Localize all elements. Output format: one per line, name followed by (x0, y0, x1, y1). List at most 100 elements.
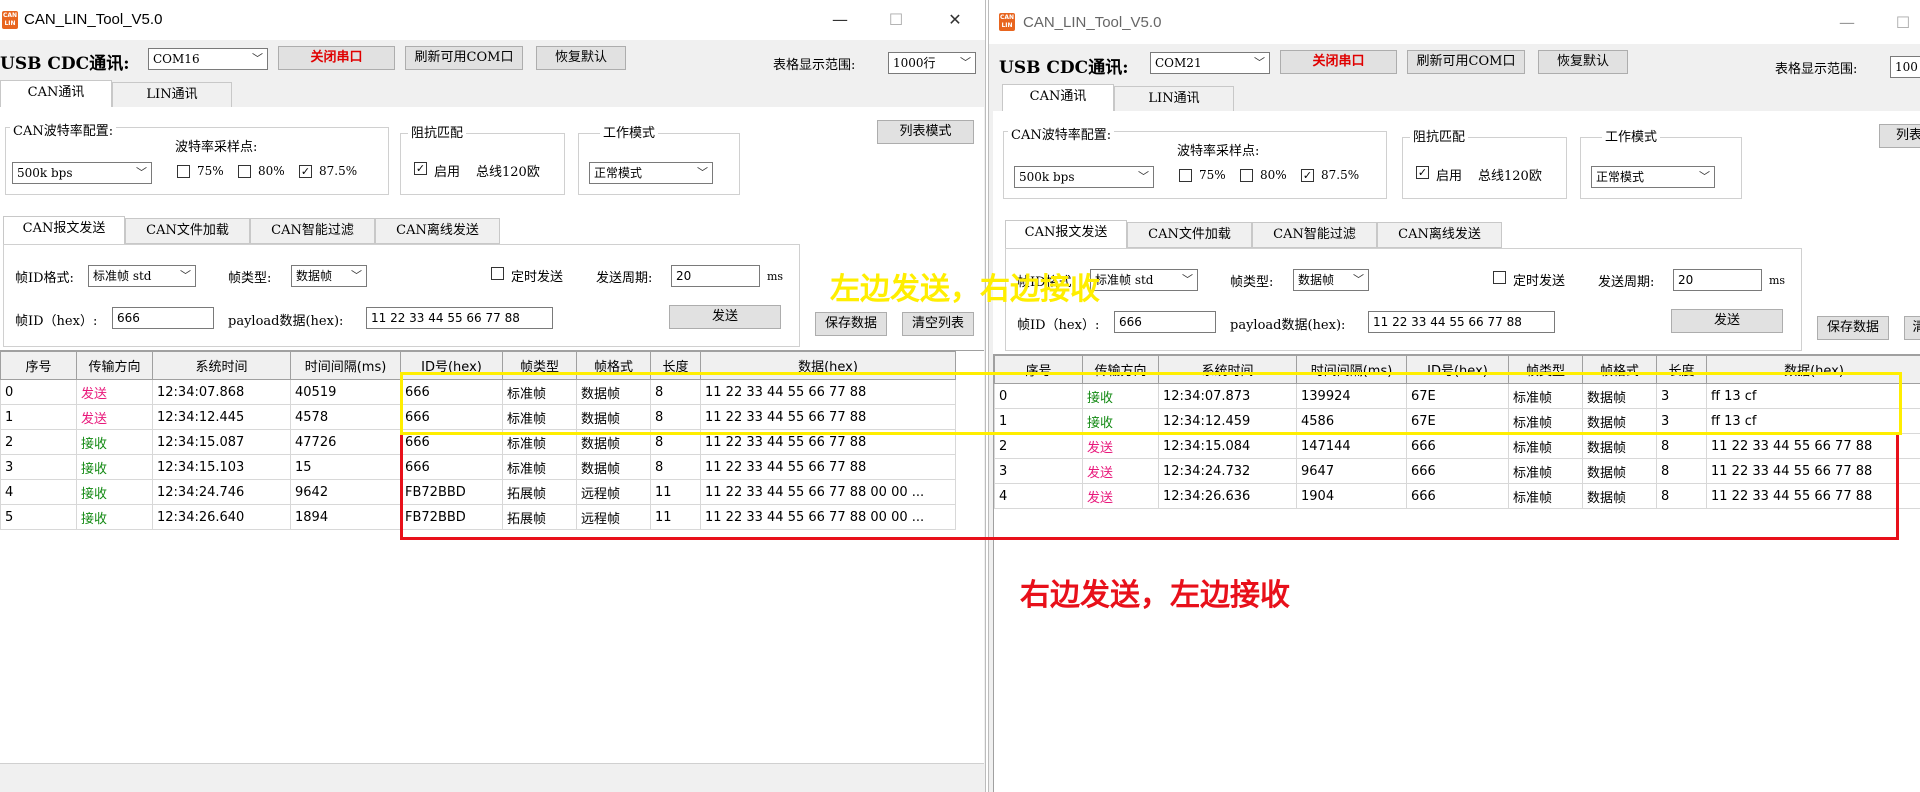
baud-select[interactable]: 500k bps ﹀ (1014, 166, 1154, 188)
column-header[interactable]: 系统时间 (1158, 355, 1297, 384)
port-select[interactable]: COM16 ﹀ (148, 48, 268, 70)
column-header[interactable]: 帧格式 (1582, 355, 1657, 384)
table-cell: 标准帧 (1508, 408, 1583, 434)
column-header[interactable]: 传输方向 (76, 351, 153, 380)
column-header[interactable]: 数据(hex) (700, 351, 956, 380)
refresh-com-button[interactable]: 刷新可用COM口 (405, 46, 523, 70)
save-data-button[interactable]: 保存数据 (815, 312, 887, 336)
table-row[interactable]: 4 接收 12:34:24.746 9642 FB72BBD 拓展帧 远程帧 11 11 22 … (0, 479, 956, 505)
title-bar: CAN LIN CAN_LIN_Tool_V5.0 — ☐ (989, 0, 1920, 40)
subtab-can-file[interactable]: CAN文件加载 (125, 218, 250, 244)
timed-send-checkbox[interactable] (491, 267, 504, 280)
table-cell: 3 (0, 454, 77, 480)
sample-label: 波特率采样点: (1177, 144, 1260, 159)
column-header[interactable]: 帧类型 (502, 351, 577, 380)
close-port-button[interactable]: 关闭串口 (1280, 50, 1397, 74)
mode-select[interactable]: 正常模式 ﹀ (1591, 166, 1715, 188)
subtab-can-send[interactable]: CAN报文发送 (1005, 220, 1127, 248)
sample-875-checkbox[interactable]: ✓ (1301, 169, 1314, 182)
maximize-icon[interactable]: ☐ (1883, 9, 1920, 37)
table-row[interactable]: 0 接收 12:34:07.873 139924 67E 标准帧 数据帧 3 ff 13 cf (994, 383, 1920, 409)
column-header[interactable]: 帧类型 (1508, 355, 1583, 384)
tab-lin[interactable]: LIN通讯 (1114, 86, 1234, 112)
column-header[interactable]: 时间间隔(ms) (290, 351, 401, 380)
table-row[interactable]: 4 发送 12:34:26.636 1904 666 标准帧 数据帧 8 11 22 33 44… (994, 483, 1920, 509)
restore-default-button[interactable]: 恢复默认 (536, 46, 626, 70)
sample-875-checkbox[interactable]: ✓ (299, 165, 312, 178)
close-icon[interactable]: ✕ (935, 6, 975, 34)
clear-list-button[interactable]: 清 (1904, 316, 1920, 340)
column-header[interactable]: 系统时间 (152, 351, 291, 380)
tab-can[interactable]: CAN通讯 (1002, 84, 1114, 112)
table-row[interactable]: 5 接收 12:34:26.640 1894 FB72BBD 拓展帧 远程帧 11 11 22 … (0, 504, 956, 530)
save-data-button[interactable]: 保存数据 (1817, 316, 1889, 340)
impedance-enable-checkbox[interactable]: ✓ (414, 162, 427, 175)
table-cell: 666 (1406, 458, 1509, 484)
minimize-icon[interactable]: — (1827, 9, 1867, 37)
table-cell: 11 22 33 44 55 66 77 88 (1706, 458, 1920, 484)
list-mode-button[interactable]: 列表 (1879, 124, 1920, 148)
sample-80-checkbox[interactable] (1240, 169, 1253, 182)
tab-lin[interactable]: LIN通讯 (112, 82, 232, 108)
restore-default-button[interactable]: 恢复默认 (1538, 50, 1628, 74)
subtab-can-filter[interactable]: CAN智能过滤 (1252, 222, 1377, 248)
table-row[interactable]: 3 接收 12:34:15.103 15 666 标准帧 数据帧 8 11 22 33 44 5… (0, 454, 956, 480)
mode-select[interactable]: 正常模式 ﹀ (589, 162, 713, 184)
column-header[interactable]: 数据(hex) (1706, 355, 1920, 384)
payload-input[interactable]: 11 22 33 44 55 66 77 88 (1368, 311, 1555, 333)
frame-type-select[interactable]: 数据帧 ﹀ (1293, 269, 1369, 291)
column-header[interactable]: ID号(hex) (1406, 355, 1509, 384)
period-input[interactable]: 20 (671, 265, 760, 287)
sample-80-checkbox[interactable] (238, 165, 251, 178)
maximize-icon[interactable]: ☐ (876, 6, 916, 34)
list-mode-button[interactable]: 列表模式 (877, 120, 974, 144)
frame-format-label: 帧ID格式: (15, 271, 74, 286)
frame-format-select[interactable]: 标准帧 std ﹀ (1090, 269, 1198, 291)
column-header[interactable]: ID号(hex) (400, 351, 503, 380)
impedance-enable-checkbox[interactable]: ✓ (1416, 166, 1429, 179)
tab-can[interactable]: CAN通讯 (0, 80, 112, 108)
table-cell: 标准帧 (1508, 458, 1583, 484)
frame-id-input[interactable]: 666 (112, 307, 214, 329)
table-row[interactable]: 3 发送 12:34:24.732 9647 666 标准帧 数据帧 8 11 22 33 44… (994, 458, 1920, 484)
table-row[interactable]: 0 发送 12:34:07.868 40519 666 标准帧 数据帧 8 11 22 33 4… (0, 379, 956, 405)
timed-send-checkbox[interactable] (1493, 271, 1506, 284)
payload-input[interactable]: 11 22 33 44 55 66 77 88 (366, 307, 553, 329)
close-port-button[interactable]: 关闭串口 (278, 46, 395, 70)
baud-select[interactable]: 500k bps ﹀ (12, 162, 152, 184)
send-button[interactable]: 发送 (1671, 309, 1783, 333)
table-cell: 666 (400, 404, 503, 430)
column-header[interactable]: 长度 (1656, 355, 1707, 384)
column-header[interactable]: 序号 (0, 351, 77, 380)
port-select[interactable]: COM21 ﹀ (1150, 52, 1270, 74)
subtab-can-offline[interactable]: CAN离线发送 (375, 218, 500, 244)
subtab-can-send[interactable]: CAN报文发送 (3, 216, 125, 244)
range-select[interactable]: 100 (1890, 56, 1920, 78)
range-select[interactable]: 1000行 ﹀ (888, 52, 976, 74)
period-input[interactable]: 20 (1673, 269, 1762, 291)
sample-75-checkbox[interactable] (1179, 169, 1192, 182)
column-header[interactable]: 序号 (994, 355, 1083, 384)
subtab-can-filter[interactable]: CAN智能过滤 (250, 218, 375, 244)
table-cell: 11 22 33 44 55 66 77 88 00 00 ... (700, 479, 956, 505)
subtab-can-offline[interactable]: CAN离线发送 (1377, 222, 1502, 248)
column-header[interactable]: 长度 (650, 351, 701, 380)
column-header[interactable]: 时间间隔(ms) (1296, 355, 1407, 384)
table-cell: 12:34:07.873 (1158, 383, 1297, 409)
timed-send-label: 定时发送 (1513, 274, 1566, 289)
subtab-can-file[interactable]: CAN文件加载 (1127, 222, 1252, 248)
table-row[interactable]: 2 发送 12:34:15.084 147144 666 标准帧 数据帧 8 11 22 33 … (994, 433, 1920, 459)
table-row[interactable]: 2 接收 12:34:15.087 47726 666 标准帧 数据帧 8 11 22 33 4… (0, 429, 956, 455)
table-row[interactable]: 1 接收 12:34:12.459 4586 67E 标准帧 数据帧 3 ff 13 cf (994, 408, 1920, 434)
refresh-com-button[interactable]: 刷新可用COM口 (1407, 50, 1525, 74)
frame-id-input[interactable]: 666 (1114, 311, 1216, 333)
clear-list-button[interactable]: 清空列表 (902, 312, 974, 336)
frame-format-select[interactable]: 标准帧 std ﹀ (88, 265, 196, 287)
column-header[interactable]: 传输方向 (1082, 355, 1159, 384)
column-header[interactable]: 帧格式 (576, 351, 651, 380)
send-button[interactable]: 发送 (669, 305, 781, 329)
frame-type-select[interactable]: 数据帧 ﹀ (291, 265, 367, 287)
sample-75-checkbox[interactable] (177, 165, 190, 178)
minimize-icon[interactable]: — (820, 6, 860, 34)
table-row[interactable]: 1 发送 12:34:12.445 4578 666 标准帧 数据帧 8 11 22 33 44… (0, 404, 956, 430)
